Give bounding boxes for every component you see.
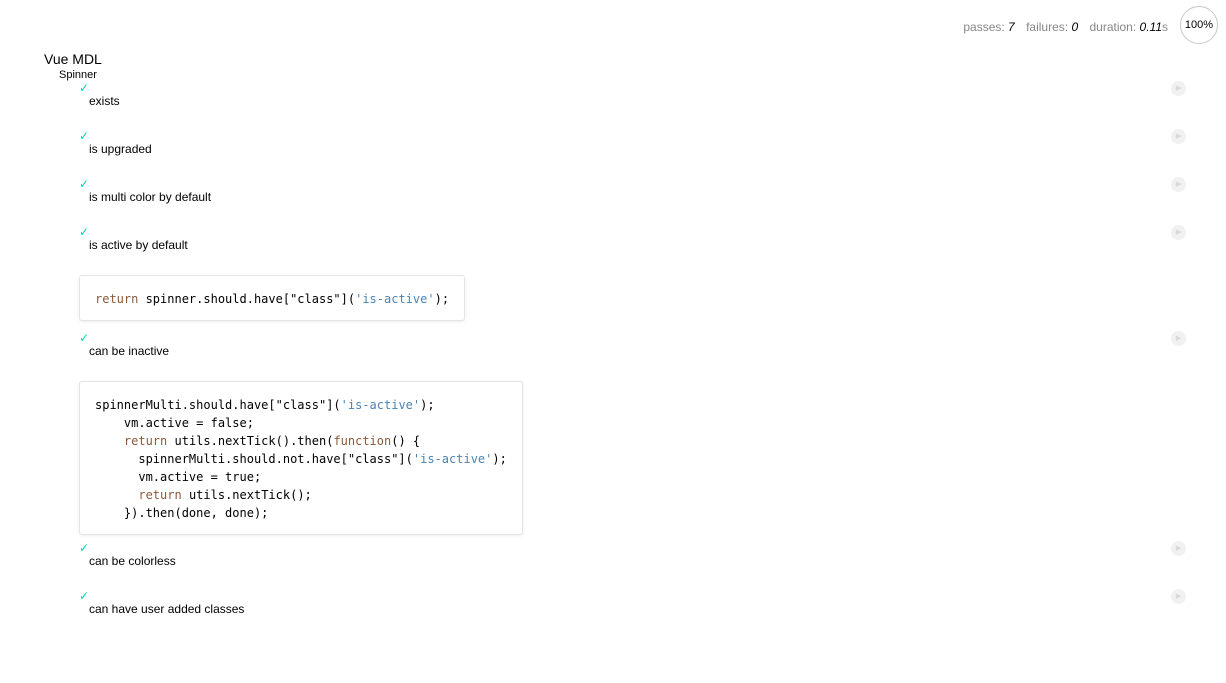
- replay-icon[interactable]: ▶: [1171, 225, 1186, 240]
- failures-count: 0: [1071, 20, 1079, 34]
- test-code-block: return spinner.should.have["class"]('is-…: [79, 275, 466, 321]
- failures-stat[interactable]: failures: 0: [1026, 20, 1078, 34]
- replay-icon[interactable]: ▶: [1171, 129, 1186, 144]
- replay-icon[interactable]: ▶: [1171, 177, 1186, 192]
- code-string: 'is-active': [340, 398, 421, 412]
- progress-value: 100%: [1184, 19, 1214, 31]
- test-title[interactable]: is multi color by default: [89, 190, 211, 204]
- check-icon: ✓: [79, 589, 90, 603]
- duration-unit: s: [1162, 20, 1168, 34]
- code-keyword: return: [123, 434, 168, 448]
- replay-icon[interactable]: ▶: [1171, 331, 1186, 346]
- code-string: 'is-active': [355, 292, 435, 306]
- check-icon: ✓: [79, 177, 90, 191]
- test-item[interactable]: ✓ can be inactive ▶ spinnerMulti.should.…: [79, 331, 1226, 541]
- passes-count: 7: [1008, 20, 1015, 34]
- code-keyword: return: [95, 292, 139, 306]
- replay-icon[interactable]: ▶: [1171, 589, 1186, 604]
- test-title[interactable]: is upgraded: [89, 142, 152, 156]
- test-title[interactable]: can have user added classes: [89, 602, 244, 616]
- test-title[interactable]: is active by default: [89, 238, 188, 252]
- check-icon: ✓: [79, 81, 90, 95]
- check-icon: ✓: [79, 225, 90, 239]
- test-item[interactable]: ✓ is multi color by default ▶: [79, 177, 1226, 225]
- code-string: 'is-active': [412, 452, 493, 466]
- replay-icon[interactable]: ▶: [1171, 541, 1186, 556]
- duration-label: duration:: [1089, 20, 1137, 34]
- stats-bar: passes: 7 failures: 0 duration: 0.11s: [955, 20, 1168, 34]
- check-icon: ✓: [79, 541, 90, 555]
- test-list: ✓ exists ▶ ✓ is upgraded ▶ ✓ is multi co…: [59, 81, 1226, 637]
- duration-value: 0.11: [1139, 20, 1162, 34]
- code-keyword: function: [333, 434, 392, 448]
- test-item[interactable]: ✓ can have user added classes ▶: [79, 589, 1226, 637]
- progress-indicator: 100%: [1180, 6, 1218, 44]
- test-code-block: spinnerMulti.should.have["class"]('is-ac…: [79, 381, 523, 535]
- passes-label: passes:: [963, 20, 1005, 34]
- test-title[interactable]: exists: [89, 94, 120, 108]
- test-title[interactable]: can be colorless: [89, 554, 176, 568]
- test-item[interactable]: ✓ is upgraded ▶: [79, 129, 1226, 177]
- check-icon: ✓: [79, 129, 90, 143]
- replay-icon[interactable]: ▶: [1171, 81, 1186, 96]
- test-item[interactable]: ✓ exists ▶: [79, 81, 1226, 129]
- suite-title[interactable]: Vue MDL: [44, 52, 1226, 66]
- subsuite: Spinner ✓ exists ▶ ✓ is upgraded ▶ ✓ is …: [59, 69, 1226, 637]
- code-keyword: return: [138, 488, 182, 502]
- subsuite-title[interactable]: Spinner: [59, 69, 1226, 81]
- failures-label: failures:: [1026, 20, 1069, 34]
- test-item[interactable]: ✓ can be colorless ▶: [79, 541, 1226, 589]
- test-report: Vue MDL Spinner ✓ exists ▶ ✓ is upgraded…: [44, 52, 1226, 637]
- check-icon: ✓: [79, 331, 90, 345]
- test-item[interactable]: ✓ is active by default ▶ return spinner.…: [79, 225, 1226, 331]
- passes-stat[interactable]: passes: 7: [963, 20, 1014, 34]
- duration-stat: duration: 0.11s: [1089, 20, 1168, 34]
- test-title[interactable]: can be inactive: [89, 344, 169, 358]
